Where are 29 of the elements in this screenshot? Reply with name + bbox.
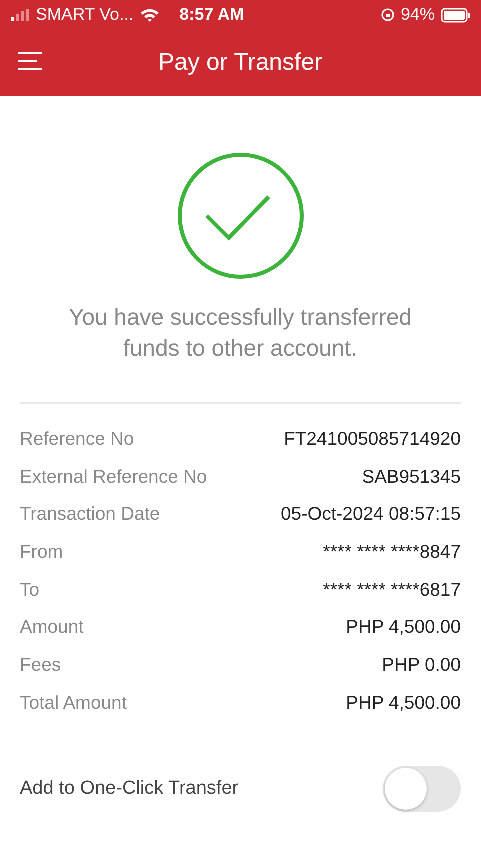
page-title: Pay or Transfer — [158, 49, 323, 77]
detail-value: FT241005085714920 — [284, 428, 461, 450]
rotation-lock-icon — [380, 8, 395, 22]
detail-label: Amount — [20, 616, 84, 638]
wifi-icon — [140, 8, 160, 22]
toggle-switch[interactable] — [383, 766, 461, 812]
detail-value: SAB951345 — [362, 466, 461, 488]
success-check-icon — [176, 152, 304, 280]
detail-label: Transaction Date — [20, 503, 160, 526]
detail-label: Total Amount — [20, 692, 127, 714]
detail-value: **** **** ****8847 — [323, 540, 461, 563]
detail-value: PHP 4,500.00 — [346, 692, 461, 714]
detail-value: **** **** ****6817 — [323, 578, 461, 601]
battery-icon — [441, 8, 471, 22]
menu-button[interactable] — [16, 52, 44, 72]
one-click-label: Add to One-Click Transfer — [20, 778, 239, 800]
battery-percent: 94% — [400, 5, 435, 25]
detail-label: Reference No — [20, 428, 134, 450]
carrier-name: SMART Vo... — [36, 5, 134, 25]
detail-value: PHP 0.00 — [382, 654, 461, 676]
detail-label: To — [20, 578, 40, 601]
clock-time: 8:57 AM — [180, 5, 244, 25]
detail-value: 05-Oct-2024 08:57:15 — [281, 503, 461, 526]
success-message: You have successfully transferred funds to other account. — [68, 303, 414, 363]
detail-label: External Reference No — [20, 466, 208, 488]
detail-label: Fees — [20, 654, 62, 676]
detail-label: From — [20, 540, 64, 563]
signal-icon — [10, 9, 30, 21]
detail-value: PHP 4,500.00 — [346, 616, 461, 638]
